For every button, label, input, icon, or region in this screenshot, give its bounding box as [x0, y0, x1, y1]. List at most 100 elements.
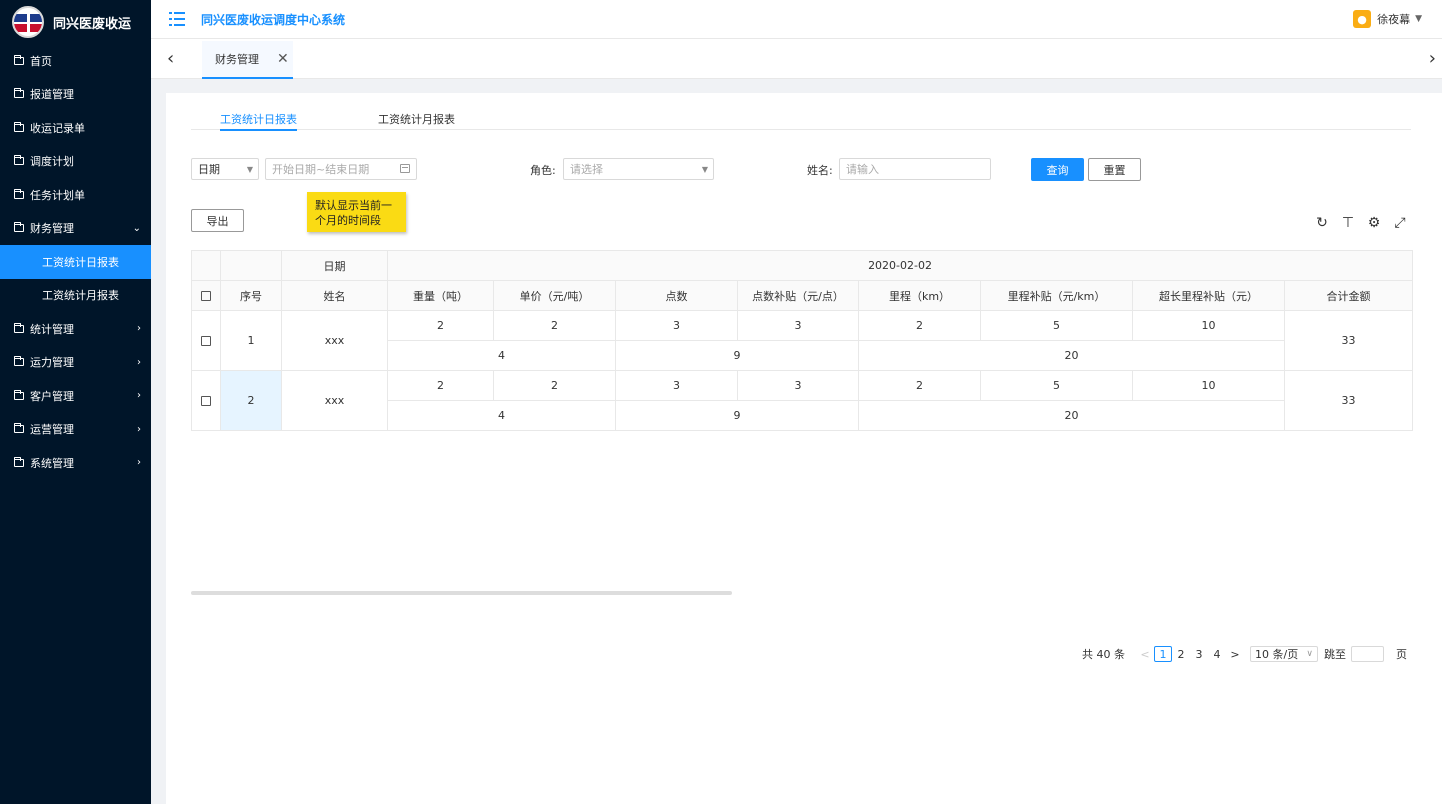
page-4-button[interactable]: 4: [1208, 646, 1226, 662]
page-3-button[interactable]: 3: [1190, 646, 1208, 662]
salary-table: 日期 2020-02-02 序号 姓名 重量（吨） 单价（元/吨） 点数 点数补…: [191, 250, 1414, 431]
tab-scroll-left-icon[interactable]: ‹: [167, 48, 174, 69]
sidebar-item-task-plan[interactable]: 任务计划单: [0, 178, 151, 212]
checkbox-icon: [201, 291, 211, 301]
folder-icon: [14, 222, 24, 233]
sidebar-item-label: 首页: [30, 54, 52, 68]
brand[interactable]: 同兴医废收运: [0, 0, 151, 44]
reset-button[interactable]: 重置: [1088, 158, 1141, 181]
cell-unit-price: 2: [493, 370, 616, 401]
folder-icon: [14, 121, 24, 132]
sidebar-item-dispatch-plan[interactable]: 调度计划: [0, 145, 151, 179]
table-row[interactable]: 1 xxx 2 2 3 3 2 5 10 33: [191, 310, 1414, 371]
header-blank: [220, 250, 282, 281]
sidebar-item-label: 运力管理: [30, 356, 74, 370]
caret-down-icon: ▼: [701, 164, 708, 174]
role-select[interactable]: 请选择 ▼: [563, 158, 714, 180]
jump-page-input[interactable]: [1351, 646, 1384, 662]
tab-daily-report[interactable]: 工资统计日报表: [220, 111, 297, 131]
role-placeholder: 请选择: [570, 163, 603, 176]
cell-weight: 2: [387, 310, 494, 341]
system-title: 同兴医废收运调度中心系统: [201, 12, 346, 27]
folder-icon: [14, 389, 24, 400]
header-weight: 重量（吨）: [387, 280, 494, 311]
tab-label: 财务管理: [215, 53, 259, 66]
cell-index: 1: [220, 310, 282, 371]
sidebar-item-collection-records[interactable]: 收运记录单: [0, 111, 151, 145]
cell-unit-price: 2: [493, 310, 616, 341]
sidebar-item-system[interactable]: 系统管理 ›: [0, 446, 151, 480]
sidebar-item-home[interactable]: 首页: [0, 44, 151, 78]
top-header: 同兴医废收运调度中心系统 ● 徐夜幕 ▼: [151, 0, 1442, 39]
sidebar-item-monthly-salary-report[interactable]: 工资统计月报表: [0, 279, 151, 313]
select-all-checkbox[interactable]: [191, 280, 221, 311]
chevron-down-icon: ⌄: [132, 222, 141, 234]
brand-logo: [12, 6, 44, 38]
folder-icon: [14, 155, 24, 166]
page-2-button[interactable]: 2: [1172, 646, 1190, 662]
sidebar-item-finance[interactable]: 财务管理 ⌄: [0, 212, 151, 246]
query-button[interactable]: 查询: [1031, 158, 1084, 181]
row-checkbox[interactable]: [191, 310, 221, 371]
cell-subtotal-weight: 4: [387, 340, 616, 371]
sidebar-item-label: 客户管理: [30, 389, 74, 403]
sidebar-item-report-management[interactable]: 报道管理: [0, 78, 151, 112]
horizontal-scrollbar[interactable]: [191, 591, 732, 595]
page-size-select[interactable]: 10 条/页 ∨: [1250, 646, 1318, 662]
folder-icon: [14, 456, 24, 467]
cell-mileage-subsidy: 5: [980, 370, 1133, 401]
cell-subtotal-weight: 4: [387, 400, 616, 431]
next-page-button[interactable]: >: [1226, 646, 1244, 662]
tab-scroll-right-icon[interactable]: ›: [1429, 48, 1436, 69]
name-input[interactable]: 请输入: [839, 158, 991, 180]
user-name: 徐夜幕: [1377, 13, 1411, 26]
date-type-select[interactable]: 日期 ▼: [191, 158, 259, 180]
sidebar-item-daily-salary-report[interactable]: 工资统计日报表: [0, 245, 151, 279]
sidebar-menu: 首页 报道管理 收运记录单 调度计划 任务计划单 财务管理 ⌄ 工资统计日报表 工…: [0, 44, 151, 480]
calendar-icon: [400, 164, 410, 173]
jump-label: 跳至: [1324, 648, 1346, 661]
tab-monthly-report[interactable]: 工资统计月报表: [378, 111, 455, 127]
row-checkbox[interactable]: [191, 370, 221, 431]
export-button[interactable]: 导出: [191, 209, 244, 232]
sidebar-item-capacity[interactable]: 运力管理 ›: [0, 346, 151, 380]
table-toolbar: ↻ ⊤ ⚙ ⤢: [1315, 215, 1407, 231]
sidebar: 同兴医废收运 首页 报道管理 收运记录单 调度计划 任务计划单 财务管理 ⌄ 工资…: [0, 0, 151, 804]
page-1-button[interactable]: 1: [1154, 646, 1172, 662]
header-mileage-subsidy: 里程补贴（元/km）: [980, 280, 1133, 311]
folder-icon: [14, 188, 24, 199]
sidebar-item-label: 任务计划单: [30, 188, 85, 202]
prev-page-button[interactable]: <: [1136, 646, 1154, 662]
name-label: 姓名:: [807, 164, 833, 177]
folder-icon: [14, 54, 24, 65]
chevron-right-icon: ›: [137, 423, 141, 435]
refresh-icon[interactable]: ↻: [1315, 215, 1329, 231]
sidebar-item-label: 系统管理: [30, 456, 74, 470]
cell-name: xxx: [281, 310, 388, 371]
pagination: 共 40 条 < 1 2 3 4 > 10 条/页 ∨ 跳至 页: [1082, 646, 1407, 662]
user-menu[interactable]: ● 徐夜幕 ▼: [1353, 10, 1422, 28]
menu-toggle-icon[interactable]: [169, 12, 185, 26]
sidebar-item-statistics[interactable]: 统计管理 ›: [0, 312, 151, 346]
table-row[interactable]: 2 xxx 2 2 3 3 2 5 10 33: [191, 370, 1414, 431]
header-mileage: 里程（km）: [858, 280, 981, 311]
date-range-picker[interactable]: 开始日期~结束日期: [265, 158, 417, 180]
user-avatar-icon: ●: [1353, 10, 1372, 28]
header-unit-price: 单价（元/吨）: [493, 280, 616, 311]
folder-icon: [14, 356, 24, 367]
sidebar-item-label: 运营管理: [30, 423, 74, 437]
header-name: 姓名: [281, 280, 388, 311]
close-icon[interactable]: ✕: [277, 51, 289, 67]
settings-icon[interactable]: ⚙: [1367, 215, 1381, 231]
header-date: 日期: [281, 250, 388, 281]
cell-mileage: 2: [858, 310, 981, 341]
sidebar-item-operations[interactable]: 运营管理 ›: [0, 413, 151, 447]
column-height-icon[interactable]: ⊤: [1341, 215, 1355, 231]
cell-points: 3: [615, 310, 738, 341]
tab-finance[interactable]: 财务管理 ✕: [202, 41, 293, 79]
fullscreen-icon[interactable]: ⤢: [1393, 215, 1407, 231]
sidebar-item-customers[interactable]: 客户管理 ›: [0, 379, 151, 413]
caret-down-icon: ▼: [246, 164, 253, 174]
page-size-value: 10 条/页: [1255, 648, 1299, 661]
role-label: 角色:: [530, 164, 556, 177]
